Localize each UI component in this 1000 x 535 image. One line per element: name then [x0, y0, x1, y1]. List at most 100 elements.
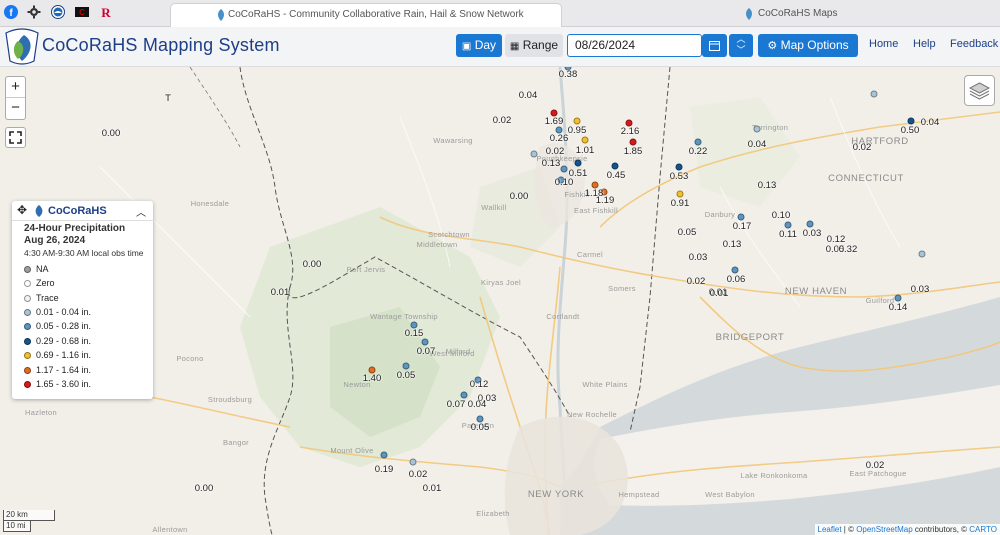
tab-cocorahs-maps[interactable]: CoCoRaHS Maps [730, 3, 880, 27]
place-label: Wawarsing [433, 136, 473, 145]
nav-help[interactable]: Help [913, 38, 936, 50]
obs-value: 0.05 [396, 370, 416, 381]
place-label: East Fishkill [574, 206, 618, 215]
gear-icon: ⚙ [767, 40, 778, 52]
gear-icon[interactable] [26, 5, 42, 21]
calendar-day-icon: ▣ [461, 41, 472, 52]
tab-cocorahs-network[interactable]: CoCoRaHS - Community Collaborative Rain,… [170, 3, 562, 27]
obs-value: 1.69 [544, 116, 564, 127]
obs-value: 1.40 [362, 373, 382, 384]
map-canvas[interactable]: Wawarsing Poughkeepsie Wallkill Scotchto… [0, 67, 1000, 535]
obs-value: 0.04 [467, 399, 487, 410]
carto-link[interactable]: CARTO [969, 525, 997, 534]
obs-value: 0.26 [549, 133, 569, 144]
obs-dot[interactable] [460, 391, 468, 399]
place-label: West Babylon [705, 490, 755, 499]
place-label: Stroudsburg [207, 395, 253, 404]
place-label: Danbury [704, 210, 736, 219]
day-button[interactable]: ▣ Day [456, 34, 502, 57]
leaflet-link[interactable]: Leaflet [818, 525, 842, 534]
obs-dot[interactable] [806, 220, 814, 228]
obs-dot[interactable] [907, 117, 915, 125]
obs-value: 1.01 [575, 145, 595, 156]
obs-dot[interactable] [611, 162, 619, 170]
scale-mi: 10 mi [3, 521, 31, 532]
obs-value: 0.10 [554, 177, 574, 188]
calendar-icon [709, 41, 720, 51]
obs-dot[interactable] [675, 163, 683, 171]
move-icon[interactable]: ✥ [17, 203, 27, 217]
facebook-icon[interactable]: f [3, 5, 19, 21]
date-stepper[interactable]: ︿ ﹀ [729, 34, 753, 57]
obs-dot[interactable] [694, 138, 702, 146]
date-input[interactable]: 08/26/2024 [567, 34, 702, 57]
legend-header[interactable]: ✥ CoCoRaHS ︿ [12, 201, 153, 221]
obs-dot[interactable] [402, 362, 410, 370]
place-label: Scotchtown [428, 230, 470, 239]
obs-dot[interactable] [409, 458, 417, 466]
obs-dot[interactable] [560, 165, 568, 173]
place-label: Cortlandt [546, 312, 580, 321]
obs-value: 1.19 [595, 195, 615, 206]
obs-value: 0.50 [900, 125, 920, 136]
obs-value: 0.95 [567, 125, 587, 136]
calendar-picker-button[interactable] [702, 34, 727, 57]
osm-link[interactable]: OpenStreetMap [856, 525, 912, 534]
obs-value: 0.03 [688, 252, 708, 263]
obs-value: 0.05 [677, 227, 697, 238]
zoom-in-button[interactable]: + [6, 77, 25, 98]
nav-feedback[interactable]: Feedback [950, 38, 998, 50]
obs-dot[interactable] [629, 138, 637, 146]
obs-dot[interactable] [581, 136, 589, 144]
obs-dot[interactable] [574, 159, 582, 167]
chevron-up-icon[interactable]: ︿ [136, 204, 146, 219]
obs-dot[interactable] [676, 190, 684, 198]
chevron-down-icon[interactable]: ﹀ [729, 45, 753, 56]
tab-title: CoCoRaHS Maps [758, 8, 838, 19]
place-label: NEW HAVEN [784, 286, 848, 297]
zoom-out-button[interactable]: − [6, 98, 25, 119]
cocorahs-icon [35, 205, 43, 217]
place-label: Allentown [152, 525, 188, 534]
legend-brand: CoCoRaHS [48, 205, 107, 217]
obs-dot[interactable] [784, 221, 792, 229]
obs-value: 0.02 [865, 460, 885, 471]
tab-title: CoCoRaHS - Community Collaborative Rain,… [228, 9, 524, 20]
cummins-icon[interactable]: C [74, 5, 90, 21]
obs-value: 0.91 [670, 198, 690, 209]
obs-value: 0.04 [747, 139, 767, 150]
obs-dot[interactable] [870, 90, 878, 98]
place-label: CONNECTICUT [828, 173, 904, 184]
place-label: BRIDGEPORT [715, 332, 785, 343]
nav-home[interactable]: Home [869, 38, 898, 50]
obs-value: 0.14 [888, 302, 908, 313]
fullscreen-button[interactable] [5, 127, 26, 148]
place-label: Pocono [176, 354, 204, 363]
obs-dot[interactable] [753, 125, 761, 133]
obs-dot[interactable] [421, 338, 429, 346]
obs-dot[interactable] [530, 150, 538, 158]
layers-button[interactable] [964, 75, 995, 106]
obs-value: 0.19 [374, 464, 394, 475]
range-button[interactable]: ▦ Range [505, 34, 563, 57]
zoom-control: + − [5, 76, 26, 120]
chevron-up-icon[interactable]: ︿ [729, 34, 753, 45]
obs-value: 0.53 [669, 171, 689, 182]
rutgers-icon[interactable]: R [98, 5, 114, 21]
obs-value: 0.10 [771, 210, 791, 221]
obs-dot[interactable] [731, 266, 739, 274]
obs-dot[interactable] [737, 213, 745, 221]
obs-value: 0.01 [422, 483, 442, 494]
obs-dot[interactable] [380, 451, 388, 459]
cocorahs-logo[interactable] [4, 27, 40, 65]
map-options-button[interactable]: ⚙ Map Options [758, 34, 858, 57]
obs-dot[interactable] [573, 117, 581, 125]
fullscreen-icon [9, 131, 22, 144]
place-label: Elizabeth [476, 509, 510, 518]
obs-value: 0.02 [686, 276, 706, 287]
obs-value: 0.01 [270, 287, 290, 298]
obs-value: 0.02 [852, 142, 872, 153]
obs-dot[interactable] [894, 294, 902, 302]
obs-dot[interactable] [918, 250, 926, 258]
noaa-icon[interactable] [50, 5, 66, 21]
